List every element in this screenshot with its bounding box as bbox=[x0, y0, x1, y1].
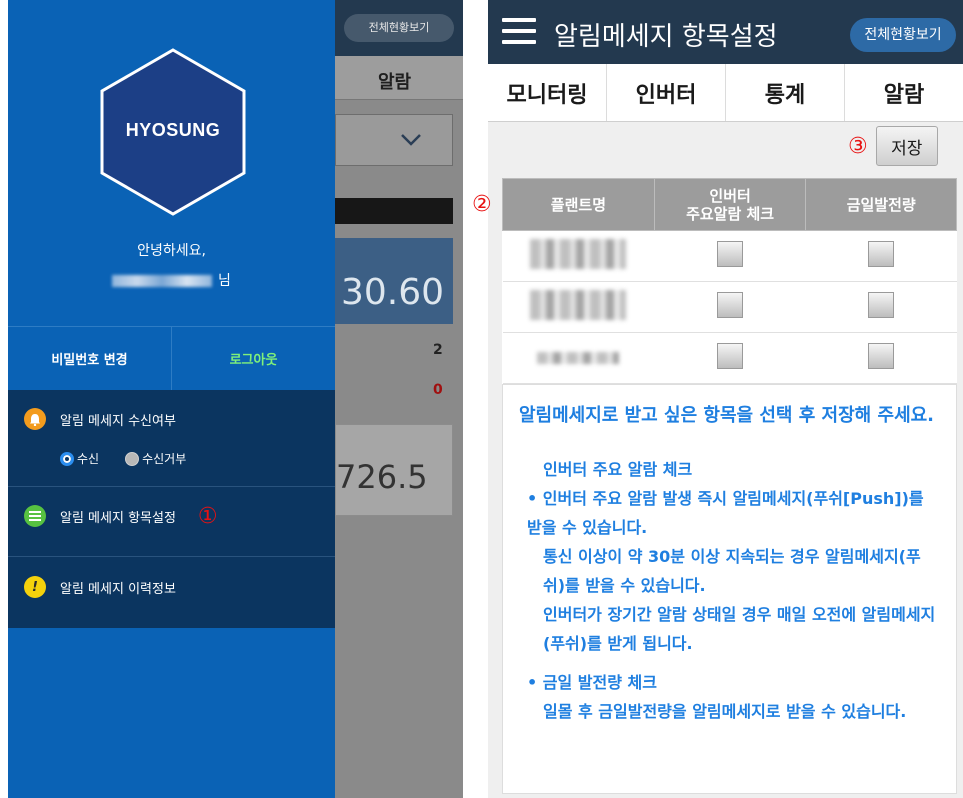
inverter-alarm-checkbox[interactable] bbox=[717, 343, 744, 369]
menu-item-history[interactable]: ! 알림 메세지 이력정보 bbox=[8, 572, 335, 602]
inverter-check-cell bbox=[654, 332, 806, 384]
background-dark-bar bbox=[335, 198, 453, 224]
bell-icon bbox=[24, 408, 46, 430]
column-inverter-line2: 주요알람 체크 bbox=[686, 204, 775, 223]
table-row bbox=[502, 332, 957, 384]
marker-3: ③ bbox=[848, 133, 868, 159]
radio-receive[interactable] bbox=[60, 451, 74, 466]
inverter-check-cell bbox=[654, 230, 806, 282]
chevron-down-icon bbox=[401, 134, 421, 146]
change-password-button[interactable]: 비밀번호 변경 bbox=[8, 327, 172, 390]
menu-receive-setting[interactable]: 알림 메세지 수신여부 bbox=[8, 404, 335, 434]
column-inverter-alarm: 인버터 주요알람 체크 bbox=[653, 178, 807, 231]
list-icon bbox=[24, 505, 46, 527]
column-daily-generation: 금일발전량 bbox=[805, 178, 957, 231]
daily-check-cell bbox=[805, 230, 957, 282]
daily-check-cell bbox=[805, 281, 957, 333]
blurred-plant-name bbox=[537, 351, 620, 364]
inverter-desc-2: 통신 이상이 약 30분 이상 지속되는 경우 알림메세지(푸쉬)를 받을 수 … bbox=[543, 547, 921, 595]
column-plant-name: 플랜트명 bbox=[502, 178, 655, 231]
left-phone-screen: 전체현황보기 알람 30.60 2 0 726.5 HYOSUNG 안녕하세요,… bbox=[8, 0, 463, 798]
background-tab-alarm: 알람 bbox=[378, 72, 412, 93]
menu-history-label: 알림 메세지 이력정보 bbox=[60, 581, 176, 597]
tab-monitoring[interactable]: 모니터링 bbox=[488, 64, 607, 121]
tab-inverter[interactable]: 인버터 bbox=[607, 64, 726, 121]
inverter-alarm-checkbox[interactable] bbox=[717, 292, 744, 318]
menu-receive-label: 알림 메세지 수신여부 bbox=[60, 413, 176, 429]
daily-check-cell bbox=[805, 332, 957, 384]
inverter-desc-3: 인버터가 장기간 알람 상태일 경우 매일 오전에 알림메세지(푸쉬)를 받게 … bbox=[543, 605, 936, 653]
navigation-drawer: HYOSUNG 안녕하세요, 님 비밀번호 변경 로그아웃 알림 메세지 수신여… bbox=[8, 0, 335, 798]
tab-statistics[interactable]: 통계 bbox=[726, 64, 845, 121]
background-overview-button: 전체현황보기 bbox=[344, 14, 454, 42]
main-tabs: 모니터링 인버터 통계 알람 bbox=[488, 64, 963, 122]
menu-divider bbox=[8, 486, 335, 487]
greeting-text: 안녕하세요, bbox=[137, 243, 206, 259]
background-count-0: 0 bbox=[433, 382, 443, 398]
right-phone-screen: 알림메세지 항목설정 전체현황보기 모니터링 인버터 통계 알람 ③ 저장 플랜… bbox=[488, 0, 963, 798]
hyosung-logo: HYOSUNG bbox=[125, 120, 221, 140]
warning-icon: ! bbox=[24, 576, 46, 598]
daily-heading: • 금일 발전량 체크 bbox=[527, 673, 657, 692]
save-area: ③ 저장 bbox=[848, 126, 938, 166]
name-suffix: 님 bbox=[218, 273, 231, 289]
overview-button[interactable]: 전체현황보기 bbox=[850, 18, 956, 52]
blurred-plant-name bbox=[530, 239, 627, 269]
radio-receive-label: 수신 bbox=[77, 452, 100, 466]
daily-generation-checkbox[interactable] bbox=[868, 343, 895, 369]
marker-1: ① bbox=[197, 503, 218, 529]
radio-reject[interactable] bbox=[125, 451, 140, 466]
background-select bbox=[335, 114, 453, 166]
plant-name-cell bbox=[502, 230, 655, 282]
marker-2: ② bbox=[472, 192, 492, 217]
daily-generation-checkbox[interactable] bbox=[868, 292, 895, 318]
tab-alarm[interactable]: 알람 bbox=[845, 64, 963, 121]
username: 님 bbox=[8, 270, 335, 290]
background-value-2: 726.5 bbox=[336, 458, 428, 496]
screenshot-root: 전체현황보기 알람 30.60 2 0 726.5 HYOSUNG 안녕하세요,… bbox=[0, 0, 963, 798]
page-title: 알림메세지 항목설정 bbox=[554, 22, 778, 52]
table-row bbox=[502, 230, 957, 282]
receive-radio-group: 수신 수신거부 bbox=[60, 450, 186, 467]
blurred-name bbox=[112, 275, 213, 287]
blurred-plant-name bbox=[530, 290, 627, 320]
help-intro: 알림메세지로 받고 싶은 항목을 선택 후 저장해 주세요. bbox=[519, 405, 935, 426]
inverter-alarm-checkbox[interactable] bbox=[717, 241, 744, 267]
plant-name-cell bbox=[502, 332, 655, 384]
logout-button[interactable]: 로그아웃 bbox=[172, 327, 335, 390]
inverter-check-cell bbox=[654, 281, 806, 333]
radio-reject-label: 수신거부 bbox=[142, 452, 187, 466]
hamburger-menu-icon[interactable] bbox=[502, 18, 536, 46]
plant-name-cell bbox=[502, 281, 655, 333]
daily-generation-checkbox[interactable] bbox=[868, 241, 895, 267]
background-value-1: 30.60 bbox=[341, 272, 445, 313]
menu-settings-label: 알림 메세지 항목설정 bbox=[60, 510, 176, 526]
alarm-settings-table: 플랜트명 인버터 주요알람 체크 금일발전량 bbox=[502, 178, 957, 384]
app-header: 알림메세지 항목설정 전체현황보기 bbox=[488, 0, 963, 64]
inverter-heading: 인버터 주요 알람 체크 bbox=[543, 460, 693, 479]
table-row bbox=[502, 281, 957, 333]
account-buttons: 비밀번호 변경 로그아웃 bbox=[8, 326, 335, 390]
table-header-row: 플랜트명 인버터 주요알람 체크 금일발전량 bbox=[502, 178, 957, 231]
help-body: 인버터 주요 알람 체크 • 인버터 주요 알람 발생 즉시 알림메세지(푸쉬[… bbox=[519, 455, 940, 726]
menu-divider bbox=[8, 556, 335, 557]
save-button[interactable]: 저장 bbox=[875, 126, 938, 166]
help-info-box: 알림메세지로 받고 싶은 항목을 선택 후 저장해 주세요. 인버터 주요 알람… bbox=[502, 384, 957, 794]
menu-item-settings[interactable]: 알림 메세지 항목설정 ① bbox=[8, 500, 335, 532]
daily-desc: 일몰 후 금일발전량을 알림메세지로 받을 수 있습니다. bbox=[543, 702, 907, 721]
inverter-desc-1: • 인버터 주요 알람 발생 즉시 알림메세지(푸쉬[Push])를 받을 수 … bbox=[527, 489, 924, 537]
background-count-2: 2 bbox=[433, 342, 443, 358]
column-inverter-line1: 인버터 bbox=[709, 186, 751, 205]
